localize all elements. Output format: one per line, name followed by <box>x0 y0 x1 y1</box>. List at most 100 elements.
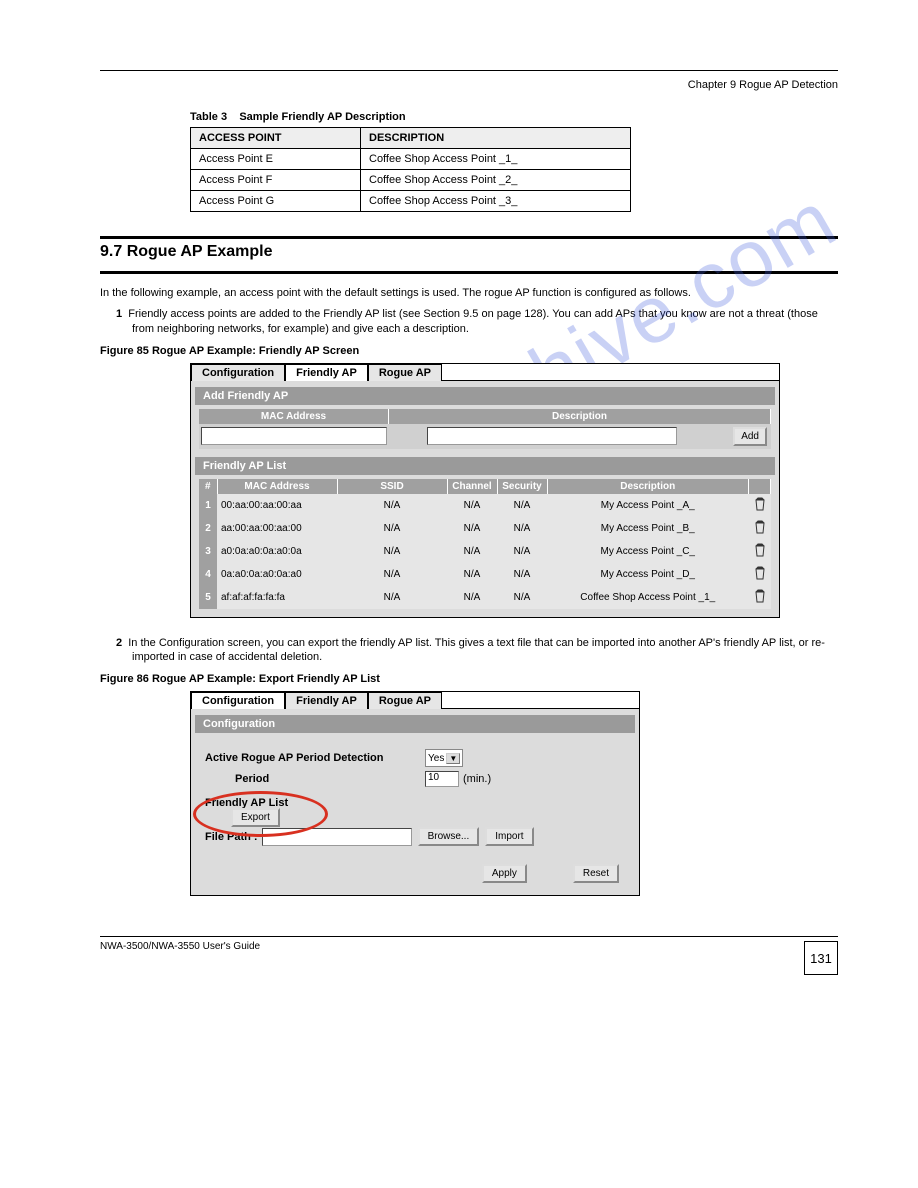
row-security: N/A <box>497 586 547 609</box>
row-index: 5 <box>199 586 217 609</box>
table-row: Access Point GCoffee Shop Access Point _… <box>191 191 631 212</box>
row-index: 3 <box>199 540 217 563</box>
tab-fill <box>442 692 639 709</box>
row-security: N/A <box>497 517 547 540</box>
row-mac: af:af:af:fa:fa:fa <box>217 586 337 609</box>
cell-desc: Coffee Shop Access Point _3_ <box>361 191 631 212</box>
chevron-down-icon: ▼ <box>446 753 460 764</box>
tabs: Configuration Friendly AP Rogue AP <box>191 692 639 709</box>
tab-rogue-ap[interactable]: Rogue AP <box>368 364 442 381</box>
row-description: My Access Point _B_ <box>547 517 749 540</box>
trash-icon[interactable] <box>754 520 766 534</box>
period-input[interactable]: 10 <box>425 771 459 787</box>
configuration-section: Configuration <box>195 715 635 733</box>
manual-title: NWA-3500/NWA-3550 User's Guide <box>100 941 260 952</box>
row-description: My Access Point _D_ <box>547 563 749 586</box>
tabs: Configuration Friendly AP Rogue AP <box>191 364 779 381</box>
chapter-header: Chapter 9 Rogue AP Detection <box>100 79 838 91</box>
table-row: Access Point FCoffee Shop Access Point _… <box>191 170 631 191</box>
page-number: 131 <box>804 941 838 975</box>
th-channel: Channel <box>447 479 497 494</box>
step-1-text: Friendly access points are added to the … <box>128 308 818 335</box>
cell-ap: Access Point F <box>191 170 361 191</box>
tab-fill <box>442 364 779 381</box>
cell-desc: Coffee Shop Access Point _1_ <box>361 149 631 170</box>
section-heading: 9.7 Rogue AP Example <box>100 243 838 261</box>
trash-icon[interactable] <box>754 589 766 603</box>
tab-friendly-ap[interactable]: Friendly AP <box>285 692 368 709</box>
row-mac: aa:00:aa:00:aa:00 <box>217 517 337 540</box>
row-channel: N/A <box>447 586 497 609</box>
th-description: DESCRIPTION <box>361 128 631 149</box>
row-index: 1 <box>199 494 217 517</box>
row-mac: 0a:a0:0a:a0:0a:a0 <box>217 563 337 586</box>
row-security: N/A <box>497 563 547 586</box>
import-button[interactable]: Import <box>485 827 533 846</box>
row-index: 4 <box>199 563 217 586</box>
period-unit: (min.) <box>463 773 491 785</box>
row-ssid: N/A <box>337 563 447 586</box>
row-channel: N/A <box>447 517 497 540</box>
trash-icon[interactable] <box>754 566 766 580</box>
step-1-num: 1 <box>116 308 122 320</box>
active-rogue-label: Active Rogue AP Period Detection <box>205 752 425 764</box>
description-input[interactable] <box>427 427 677 445</box>
apply-button[interactable]: Apply <box>482 864 527 883</box>
friendly-ap-list-section: Friendly AP List <box>195 457 775 475</box>
th-access-point: ACCESS POINT <box>191 128 361 149</box>
table-row: 2 aa:00:aa:00:aa:00 N/A N/A N/A My Acces… <box>199 517 771 540</box>
configuration-screenshot: Configuration Friendly AP Rogue AP Confi… <box>190 691 640 896</box>
step-1: 1 Friendly access points are added to th… <box>116 307 838 337</box>
table-row: 3 a0:0a:a0:0a:a0:0a N/A N/A N/A My Acces… <box>199 540 771 563</box>
table-row: 1 00:aa:00:aa:00:aa N/A N/A N/A My Acces… <box>199 494 771 517</box>
export-button[interactable]: Export <box>231 808 280 827</box>
reset-button[interactable]: Reset <box>573 864 619 883</box>
tab-configuration[interactable]: Configuration <box>191 692 285 709</box>
select-value: Yes <box>428 753 444 764</box>
footer-rule <box>100 936 838 937</box>
row-ssid: N/A <box>337 586 447 609</box>
row-description: My Access Point _C_ <box>547 540 749 563</box>
add-button[interactable]: Add <box>733 427 767 446</box>
figure-85-caption: Figure 85 Rogue AP Example: Friendly AP … <box>100 345 838 357</box>
active-rogue-select[interactable]: Yes ▼ <box>425 749 463 767</box>
header-rule <box>100 70 838 71</box>
row-description: My Access Point _A_ <box>547 494 749 517</box>
th-description: Description <box>547 479 749 494</box>
tab-rogue-ap[interactable]: Rogue AP <box>368 692 442 709</box>
th-ssid: SSID <box>337 479 447 494</box>
table-row: 4 0a:a0:0a:a0:0a:a0 N/A N/A N/A My Acces… <box>199 563 771 586</box>
trash-icon[interactable] <box>754 543 766 557</box>
table-row: Access Point ECoffee Shop Access Point _… <box>191 149 631 170</box>
row-ssid: N/A <box>337 517 447 540</box>
th-mac: MAC Address <box>217 479 337 494</box>
figure-86-caption: Figure 86 Rogue AP Example: Export Frien… <box>100 673 838 685</box>
trash-icon[interactable] <box>754 497 766 511</box>
th-security: Security <box>497 479 547 494</box>
period-label: Period <box>205 773 425 785</box>
table-caption: Table 3 Sample Friendly AP Description <box>190 111 838 123</box>
table-caption-text: Sample Friendly AP Description <box>239 111 405 123</box>
intro-text: In the following example, an access poin… <box>100 286 838 301</box>
add-friendly-ap-section: Add Friendly AP <box>195 387 775 405</box>
friendly-ap-list-table: # MAC Address SSID Channel Security Desc… <box>199 479 771 609</box>
mac-address-input[interactable] <box>201 427 387 445</box>
row-mac: a0:0a:a0:0a:a0:0a <box>217 540 337 563</box>
cell-ap: Access Point G <box>191 191 361 212</box>
row-channel: N/A <box>447 540 497 563</box>
row-security: N/A <box>497 540 547 563</box>
file-path-input[interactable] <box>262 828 412 846</box>
row-mac: 00:aa:00:aa:00:aa <box>217 494 337 517</box>
friendly-ap-screenshot: Configuration Friendly AP Rogue AP Add F… <box>190 363 780 618</box>
tab-configuration[interactable]: Configuration <box>191 364 285 381</box>
file-path-label: File Path : <box>205 831 258 843</box>
add-header-desc: Description <box>389 409 771 424</box>
step-2: 2 In the Configuration screen, you can e… <box>116 636 838 666</box>
table-row: 5 af:af:af:fa:fa:fa N/A N/A N/A Coffee S… <box>199 586 771 609</box>
step-2-num: 2 <box>116 637 122 649</box>
th-index: # <box>199 479 217 494</box>
browse-button[interactable]: Browse... <box>418 827 480 846</box>
row-security: N/A <box>497 494 547 517</box>
tab-friendly-ap[interactable]: Friendly AP <box>285 364 368 381</box>
row-channel: N/A <box>447 494 497 517</box>
